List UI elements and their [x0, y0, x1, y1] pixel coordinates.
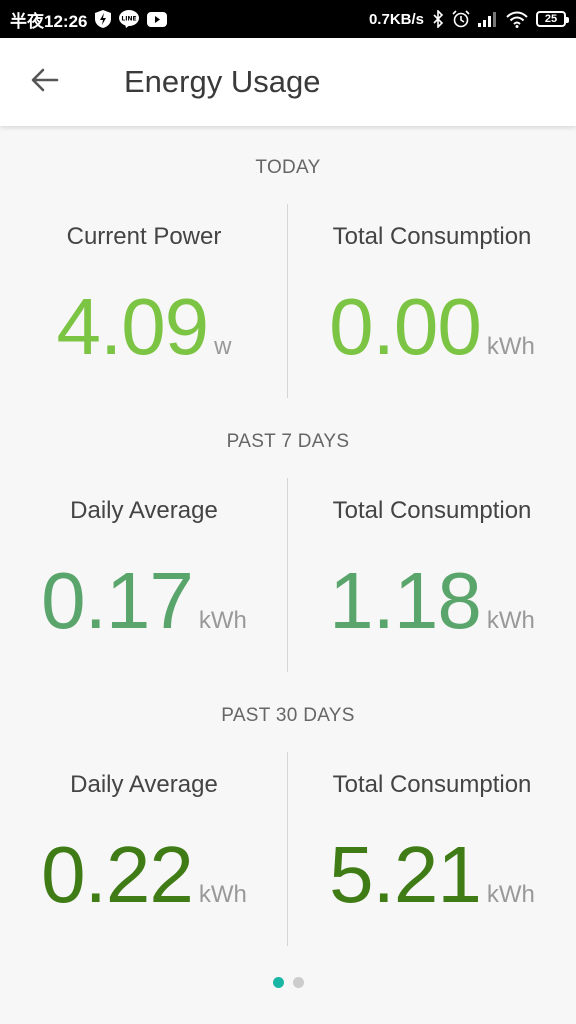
metric-value-row: 0.17 kWh: [0, 555, 288, 647]
network-speed: 0.7KB/s: [368, 10, 424, 28]
metric-unit: kWh: [486, 607, 535, 634]
metric-value: 0.17: [41, 556, 194, 645]
metric-label: Daily Average: [70, 771, 218, 798]
metric-value-row: 0.22 kWh: [0, 829, 288, 921]
alarm-icon: [452, 10, 470, 28]
metric-value-row: 0.00 kWh: [288, 281, 576, 373]
section-past-7-days: PAST 7 DAYS Daily Average 0.17 kWh Total …: [0, 400, 576, 674]
metric-unit: kWh: [198, 607, 247, 634]
metric-label: Total Consumption: [332, 223, 532, 250]
status-bar-left: 半夜12:26 LINE: [10, 7, 168, 32]
page-dot[interactable]: [292, 977, 304, 988]
page-dot[interactable]: [272, 977, 284, 988]
metric-label: Daily Average: [70, 497, 218, 524]
battery-level: 25: [544, 13, 558, 25]
today-current-power: Current Power 4.09 w: [0, 126, 288, 400]
metric-value: 0.00: [329, 282, 482, 371]
metric-value: 1.18: [329, 556, 482, 645]
bluetooth-icon: [432, 10, 444, 28]
section-today: TODAY Current Power 4.09 w Total Consumpt…: [0, 126, 576, 400]
metric-unit: kWh: [198, 881, 247, 908]
metric-value: 0.22: [41, 830, 194, 919]
metric-value-row: 5.21 kWh: [288, 829, 576, 921]
past7-total-consumption: Total Consumption 1.18 kWh: [288, 400, 576, 674]
wifi-icon: [506, 11, 528, 28]
past7-daily-average: Daily Average 0.17 kWh: [0, 400, 288, 674]
line-app-icon: LINE: [119, 10, 140, 28]
status-bar-right: 0.7KB/s 25: [368, 10, 569, 28]
metric-value-row: 1.18 kWh: [288, 555, 576, 647]
metric-label: Total Consumption: [332, 497, 532, 524]
metric-unit: w: [214, 333, 232, 360]
svg-text:LINE: LINE: [122, 16, 137, 23]
battery-icon: 25: [536, 11, 569, 27]
metric-label: Current Power: [66, 223, 222, 250]
section-past-30-days: PAST 30 DAYS Daily Average 0.22 kWh Total…: [0, 674, 576, 948]
metric-unit: kWh: [486, 333, 535, 360]
bolt-shield-icon: [95, 10, 112, 28]
page-indicator[interactable]: [0, 977, 576, 988]
arrow-left-icon: [31, 68, 59, 97]
status-time: 半夜12:26: [10, 11, 88, 31]
metric-label: Total Consumption: [332, 771, 532, 798]
past30-daily-average: Daily Average 0.22 kWh: [0, 674, 288, 948]
signal-icon: [478, 11, 498, 27]
app-bar: Energy Usage: [0, 38, 576, 126]
youtube-icon: [147, 11, 168, 27]
metric-value: 5.21: [329, 830, 482, 919]
today-total-consumption: Total Consumption 0.00 kWh: [288, 126, 576, 400]
metric-value: 4.09: [56, 282, 209, 371]
metric-value-row: 4.09 w: [0, 281, 288, 373]
past30-total-consumption: Total Consumption 5.21 kWh: [288, 674, 576, 948]
metric-unit: kWh: [486, 881, 535, 908]
back-button[interactable]: [20, 57, 70, 107]
page-title: Energy Usage: [124, 64, 321, 99]
status-bar: 半夜12:26 LINE 0.7KB/s 25: [0, 0, 576, 38]
